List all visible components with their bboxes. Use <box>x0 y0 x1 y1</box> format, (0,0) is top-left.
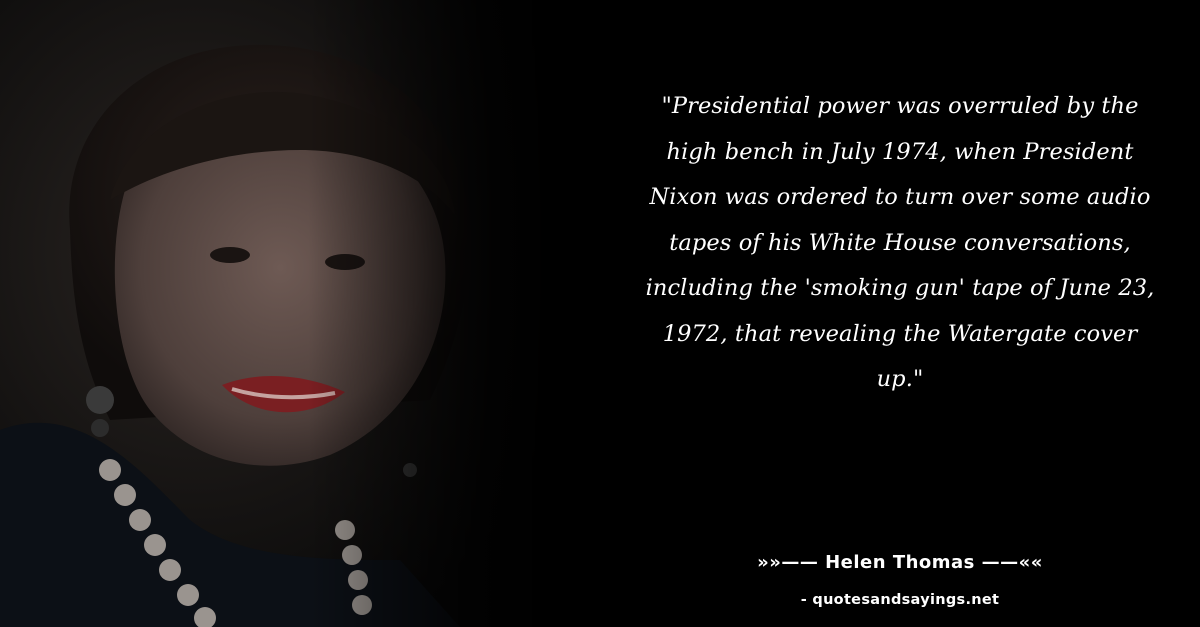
quote-card: "Presidential power was overruled by the… <box>0 0 1200 627</box>
attribution: »»—— Helen Thomas ——«« <box>620 552 1180 573</box>
quote-text: "Presidential power was overruled by the… <box>645 93 1155 392</box>
portrait-fade-overlay <box>0 0 560 627</box>
attribution-suffix: ——«« <box>974 552 1043 573</box>
author-name: Helen Thomas <box>825 552 975 573</box>
source-site: - quotesandsayings.net <box>800 592 1000 608</box>
author-portrait <box>0 0 560 627</box>
author-line: »»—— Helen Thomas ——«« <box>620 552 1180 573</box>
attribution-prefix: »»—— <box>757 552 826 573</box>
quote-block: "Presidential power was overruled by the… <box>640 84 1160 403</box>
source: - quotesandsayings.net <box>700 592 1100 608</box>
